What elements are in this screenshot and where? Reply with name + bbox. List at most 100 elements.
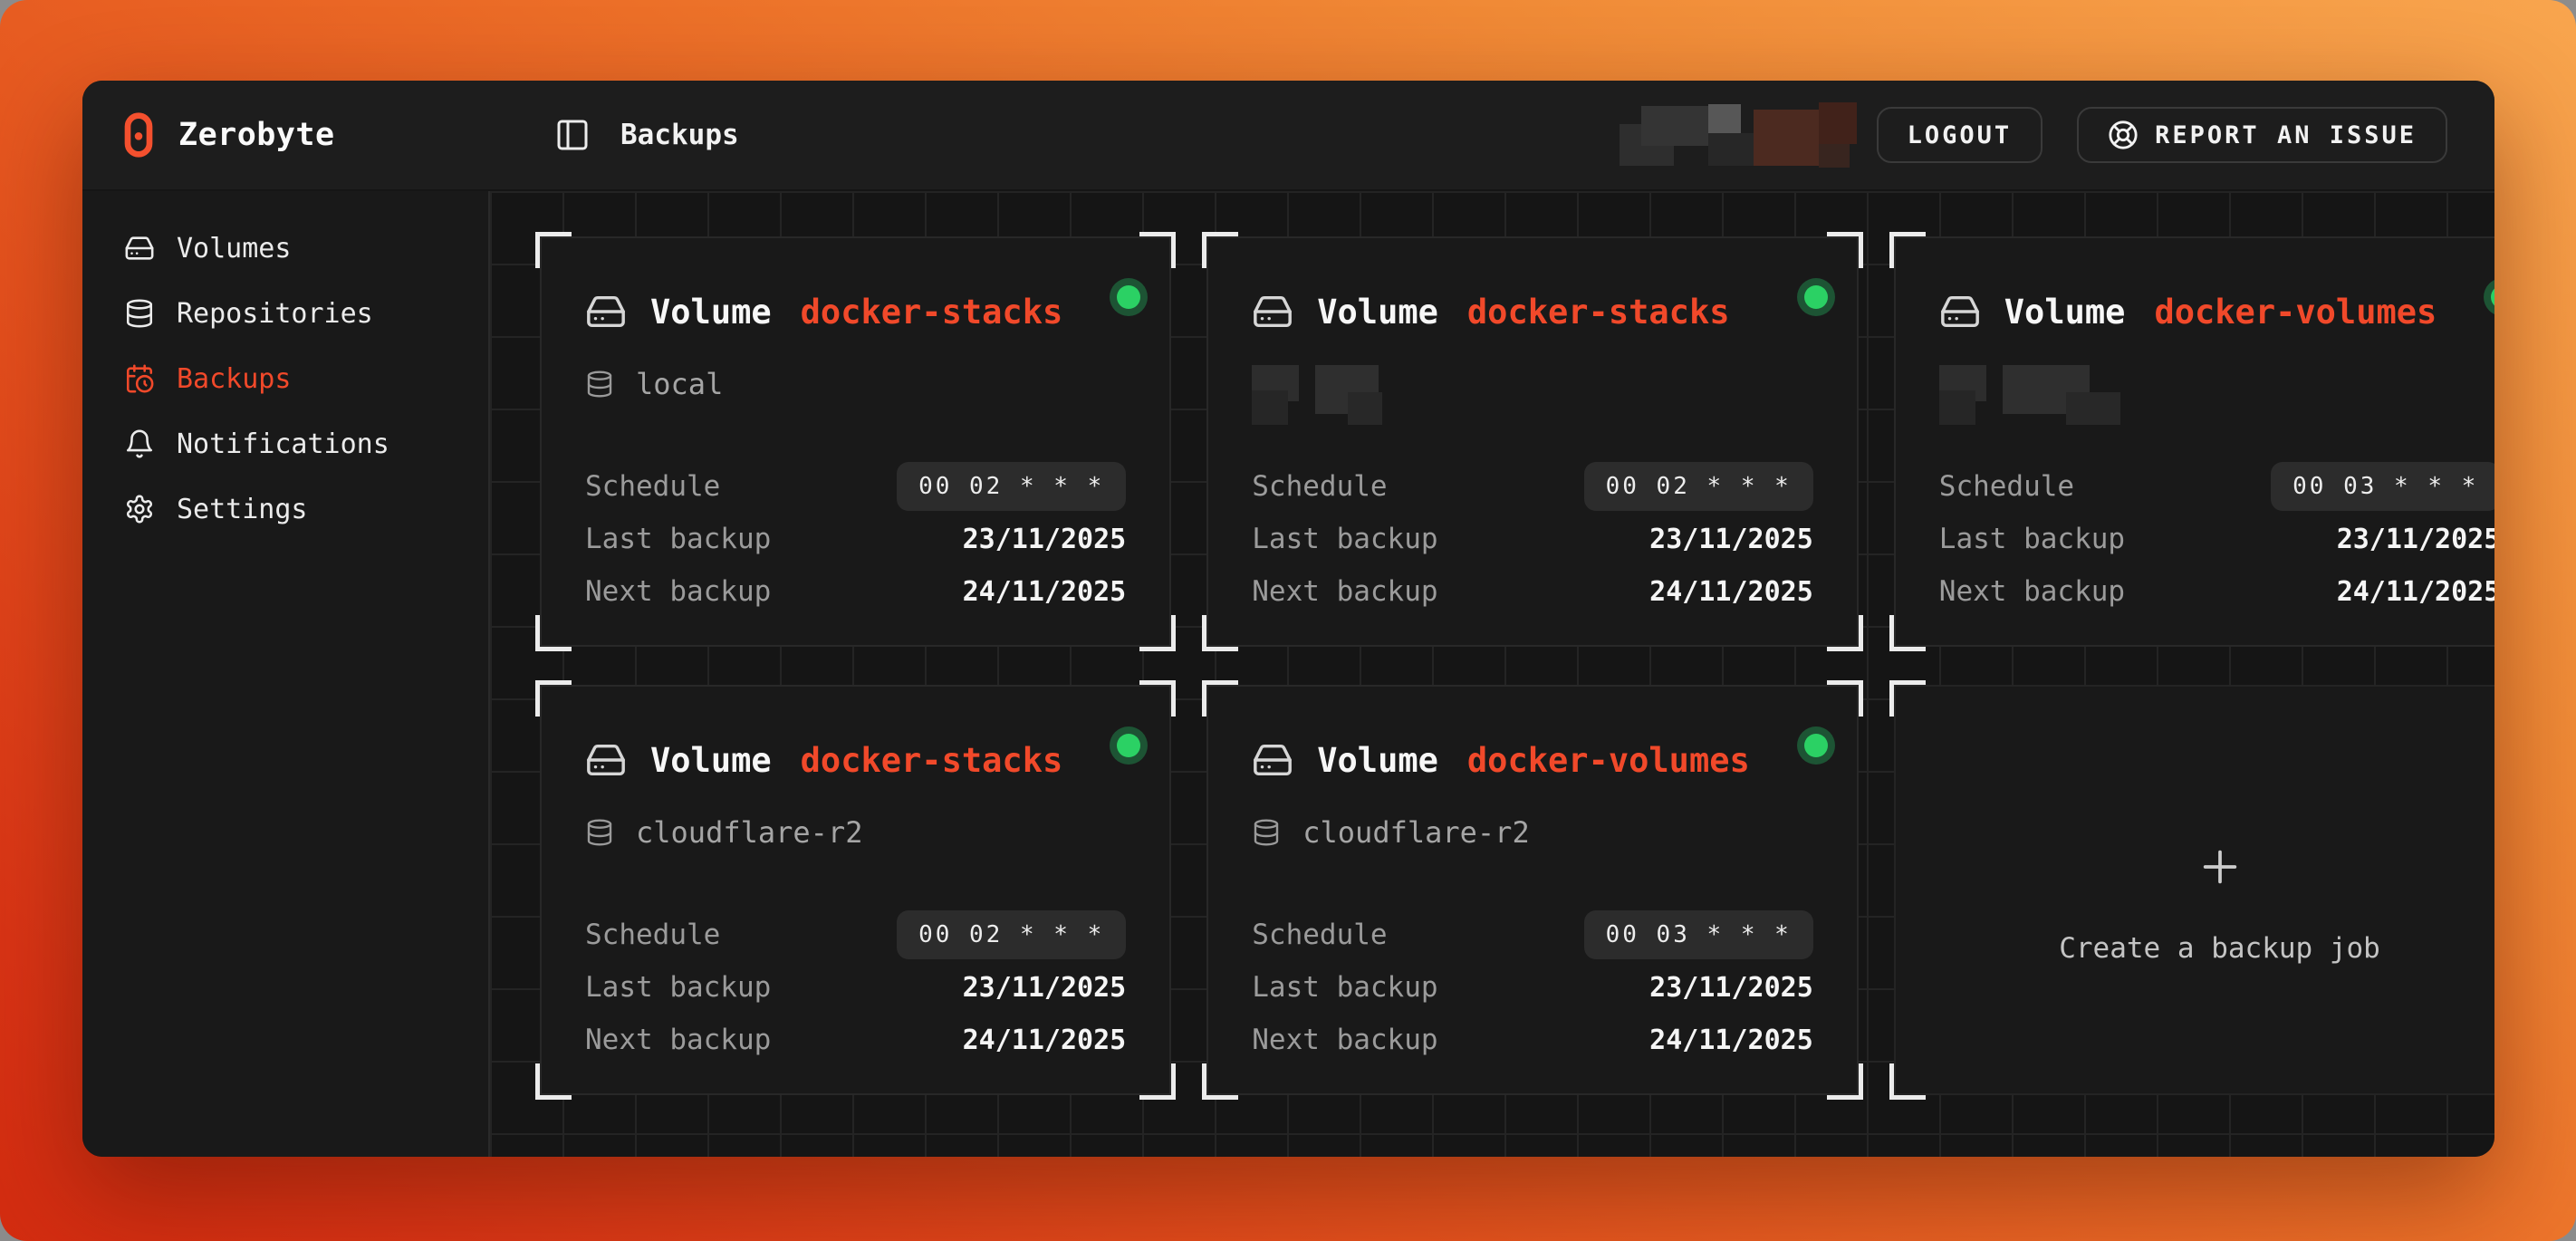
- sidebar-toggle-icon[interactable]: [554, 117, 591, 153]
- corner-bracket: [1139, 615, 1176, 651]
- cron-badge: 00 02 * * *: [897, 910, 1126, 959]
- last-backup-date: 23/11/2025: [2337, 524, 2494, 555]
- sidebar-item-label: Notifications: [177, 428, 389, 460]
- repository-row: cloudflare-r2: [585, 815, 1126, 850]
- corner-bracket: [1139, 680, 1176, 717]
- last-backup-label: Last backup: [585, 523, 771, 555]
- last-backup-label: Last backup: [1252, 971, 1437, 1004]
- card-header: Volume docker-volumes: [1939, 291, 2494, 332]
- backup-job-card[interactable]: Volume docker-stacks cloudflare-r2 Sched…: [540, 685, 1171, 1095]
- repository-name: local: [636, 367, 723, 401]
- calendar-clock-icon: [124, 363, 155, 394]
- redacted-repository: [1252, 365, 1442, 425]
- hard-drive-icon: [1252, 739, 1293, 781]
- sidebar-item-volumes[interactable]: Volumes: [82, 216, 488, 281]
- sidebar-item-notifications[interactable]: Notifications: [82, 411, 488, 476]
- card-spacer: [1939, 425, 2494, 460]
- schedule-row: Schedule 00 02 * * *: [585, 909, 1126, 961]
- sidebar-item-label: Backups: [177, 363, 291, 395]
- hard-drive-icon: [1252, 291, 1293, 332]
- status-dot: [1117, 285, 1140, 309]
- sidebar-item-label: Settings: [177, 494, 308, 525]
- brand-name: Zerobyte: [178, 117, 335, 153]
- last-backup-row: Last backup 23/11/2025: [585, 513, 1126, 565]
- lifebuoy-icon: [2108, 120, 2139, 150]
- next-backup-label: Next backup: [585, 575, 771, 608]
- status-dot: [1117, 734, 1140, 757]
- volume-label: Volume: [650, 293, 772, 332]
- card-header: Volume docker-volumes: [1252, 739, 1813, 781]
- status-dot: [1804, 285, 1828, 309]
- app-body: Volumes Repositories Backups Notificatio…: [82, 191, 2494, 1157]
- last-backup-label: Last backup: [1252, 523, 1437, 555]
- schedule-row: Schedule 00 02 * * *: [1252, 460, 1813, 513]
- last-backup-row: Last backup 23/11/2025: [1939, 513, 2494, 565]
- redacted-repository: [1939, 365, 2129, 425]
- corner-bracket: [1139, 232, 1176, 268]
- backup-cards-grid: Volume docker-stacks local Schedule 00 0…: [490, 191, 2494, 1157]
- volume-label: Volume: [1317, 741, 1438, 780]
- card-spacer: [585, 401, 1126, 460]
- next-backup-label: Next backup: [1939, 575, 2125, 608]
- hard-drive-icon: [585, 291, 627, 332]
- corner-bracket: [535, 1063, 572, 1100]
- card-spacer: [585, 850, 1126, 909]
- backup-job-card[interactable]: Volume docker-volumes cloudflare-r2 Sche…: [1206, 685, 1859, 1095]
- status-dot: [1804, 734, 1828, 757]
- volume-name: docker-volumes: [1467, 741, 1750, 780]
- card-header: Volume docker-stacks: [1252, 291, 1813, 332]
- corner-bracket: [1202, 615, 1238, 651]
- next-backup-date: 24/11/2025: [1649, 1025, 1813, 1056]
- schedule-row: Schedule 00 03 * * *: [1939, 460, 2494, 513]
- database-icon: [124, 298, 155, 329]
- backup-job-card[interactable]: Volume docker-volumes Schedule 00 03 * *…: [1894, 236, 2494, 647]
- database-icon: [585, 818, 614, 847]
- corner-bracket: [1827, 1063, 1863, 1100]
- sidebar-item-backups[interactable]: Backups: [82, 346, 488, 411]
- last-backup-label: Last backup: [1939, 523, 2125, 555]
- cron-badge: 00 02 * * *: [1584, 462, 1813, 511]
- backup-job-card[interactable]: Volume docker-stacks Schedule 00 02 * * …: [1206, 236, 1859, 647]
- corner-bracket: [1889, 1063, 1926, 1100]
- app-window: Zerobyte Backups LOGOUT REPORT AN ISSUE: [82, 81, 2494, 1157]
- next-backup-label: Next backup: [1252, 575, 1437, 608]
- repository-row: local: [585, 367, 1126, 401]
- card-header: Volume docker-stacks: [585, 739, 1126, 781]
- schedule-label: Schedule: [1252, 470, 1387, 503]
- sidebar-item-repositories[interactable]: Repositories: [82, 281, 488, 346]
- corner-bracket: [1827, 680, 1863, 717]
- hard-drive-icon: [1939, 291, 1981, 332]
- last-backup-date: 23/11/2025: [963, 972, 1127, 1004]
- schedule-label: Schedule: [585, 470, 720, 503]
- backups-grid-area: Volume docker-stacks local Schedule 00 0…: [490, 191, 2494, 1157]
- logout-label: LOGOUT: [1908, 121, 2013, 149]
- corner-bracket: [1889, 615, 1926, 651]
- volume-label: Volume: [650, 741, 772, 780]
- next-backup-label: Next backup: [1252, 1024, 1437, 1056]
- create-backup-job-label: Create a backup job: [2059, 932, 2380, 965]
- topbar: Zerobyte Backups LOGOUT REPORT AN ISSUE: [82, 81, 2494, 191]
- logout-button[interactable]: LOGOUT: [1877, 107, 2043, 163]
- report-issue-button[interactable]: REPORT AN ISSUE: [2077, 107, 2447, 163]
- corner-bracket: [1139, 1063, 1176, 1100]
- corner-bracket: [1202, 1063, 1238, 1100]
- volume-name: docker-stacks: [1467, 293, 1730, 332]
- card-header: Volume docker-stacks: [585, 291, 1126, 332]
- volume-name: docker-stacks: [801, 293, 1063, 332]
- volume-label: Volume: [1317, 293, 1438, 332]
- sidebar-item-settings[interactable]: Settings: [82, 476, 488, 542]
- volume-label: Volume: [2004, 293, 2126, 332]
- last-backup-row: Last backup 23/11/2025: [1252, 961, 1813, 1014]
- create-backup-job-card[interactable]: Create a backup job: [1894, 685, 2494, 1095]
- next-backup-row: Next backup 24/11/2025: [585, 565, 1126, 618]
- hard-drive-icon: [124, 233, 155, 264]
- card-spacer: [1252, 425, 1813, 460]
- next-backup-date: 24/11/2025: [963, 576, 1127, 608]
- next-backup-label: Next backup: [585, 1024, 771, 1056]
- repository-name: cloudflare-r2: [636, 815, 862, 850]
- last-backup-date: 23/11/2025: [1649, 972, 1813, 1004]
- sidebar-item-label: Volumes: [177, 233, 291, 265]
- corner-bracket: [535, 615, 572, 651]
- backup-job-card[interactable]: Volume docker-stacks local Schedule 00 0…: [540, 236, 1171, 647]
- cron-badge: 00 03 * * *: [1584, 910, 1813, 959]
